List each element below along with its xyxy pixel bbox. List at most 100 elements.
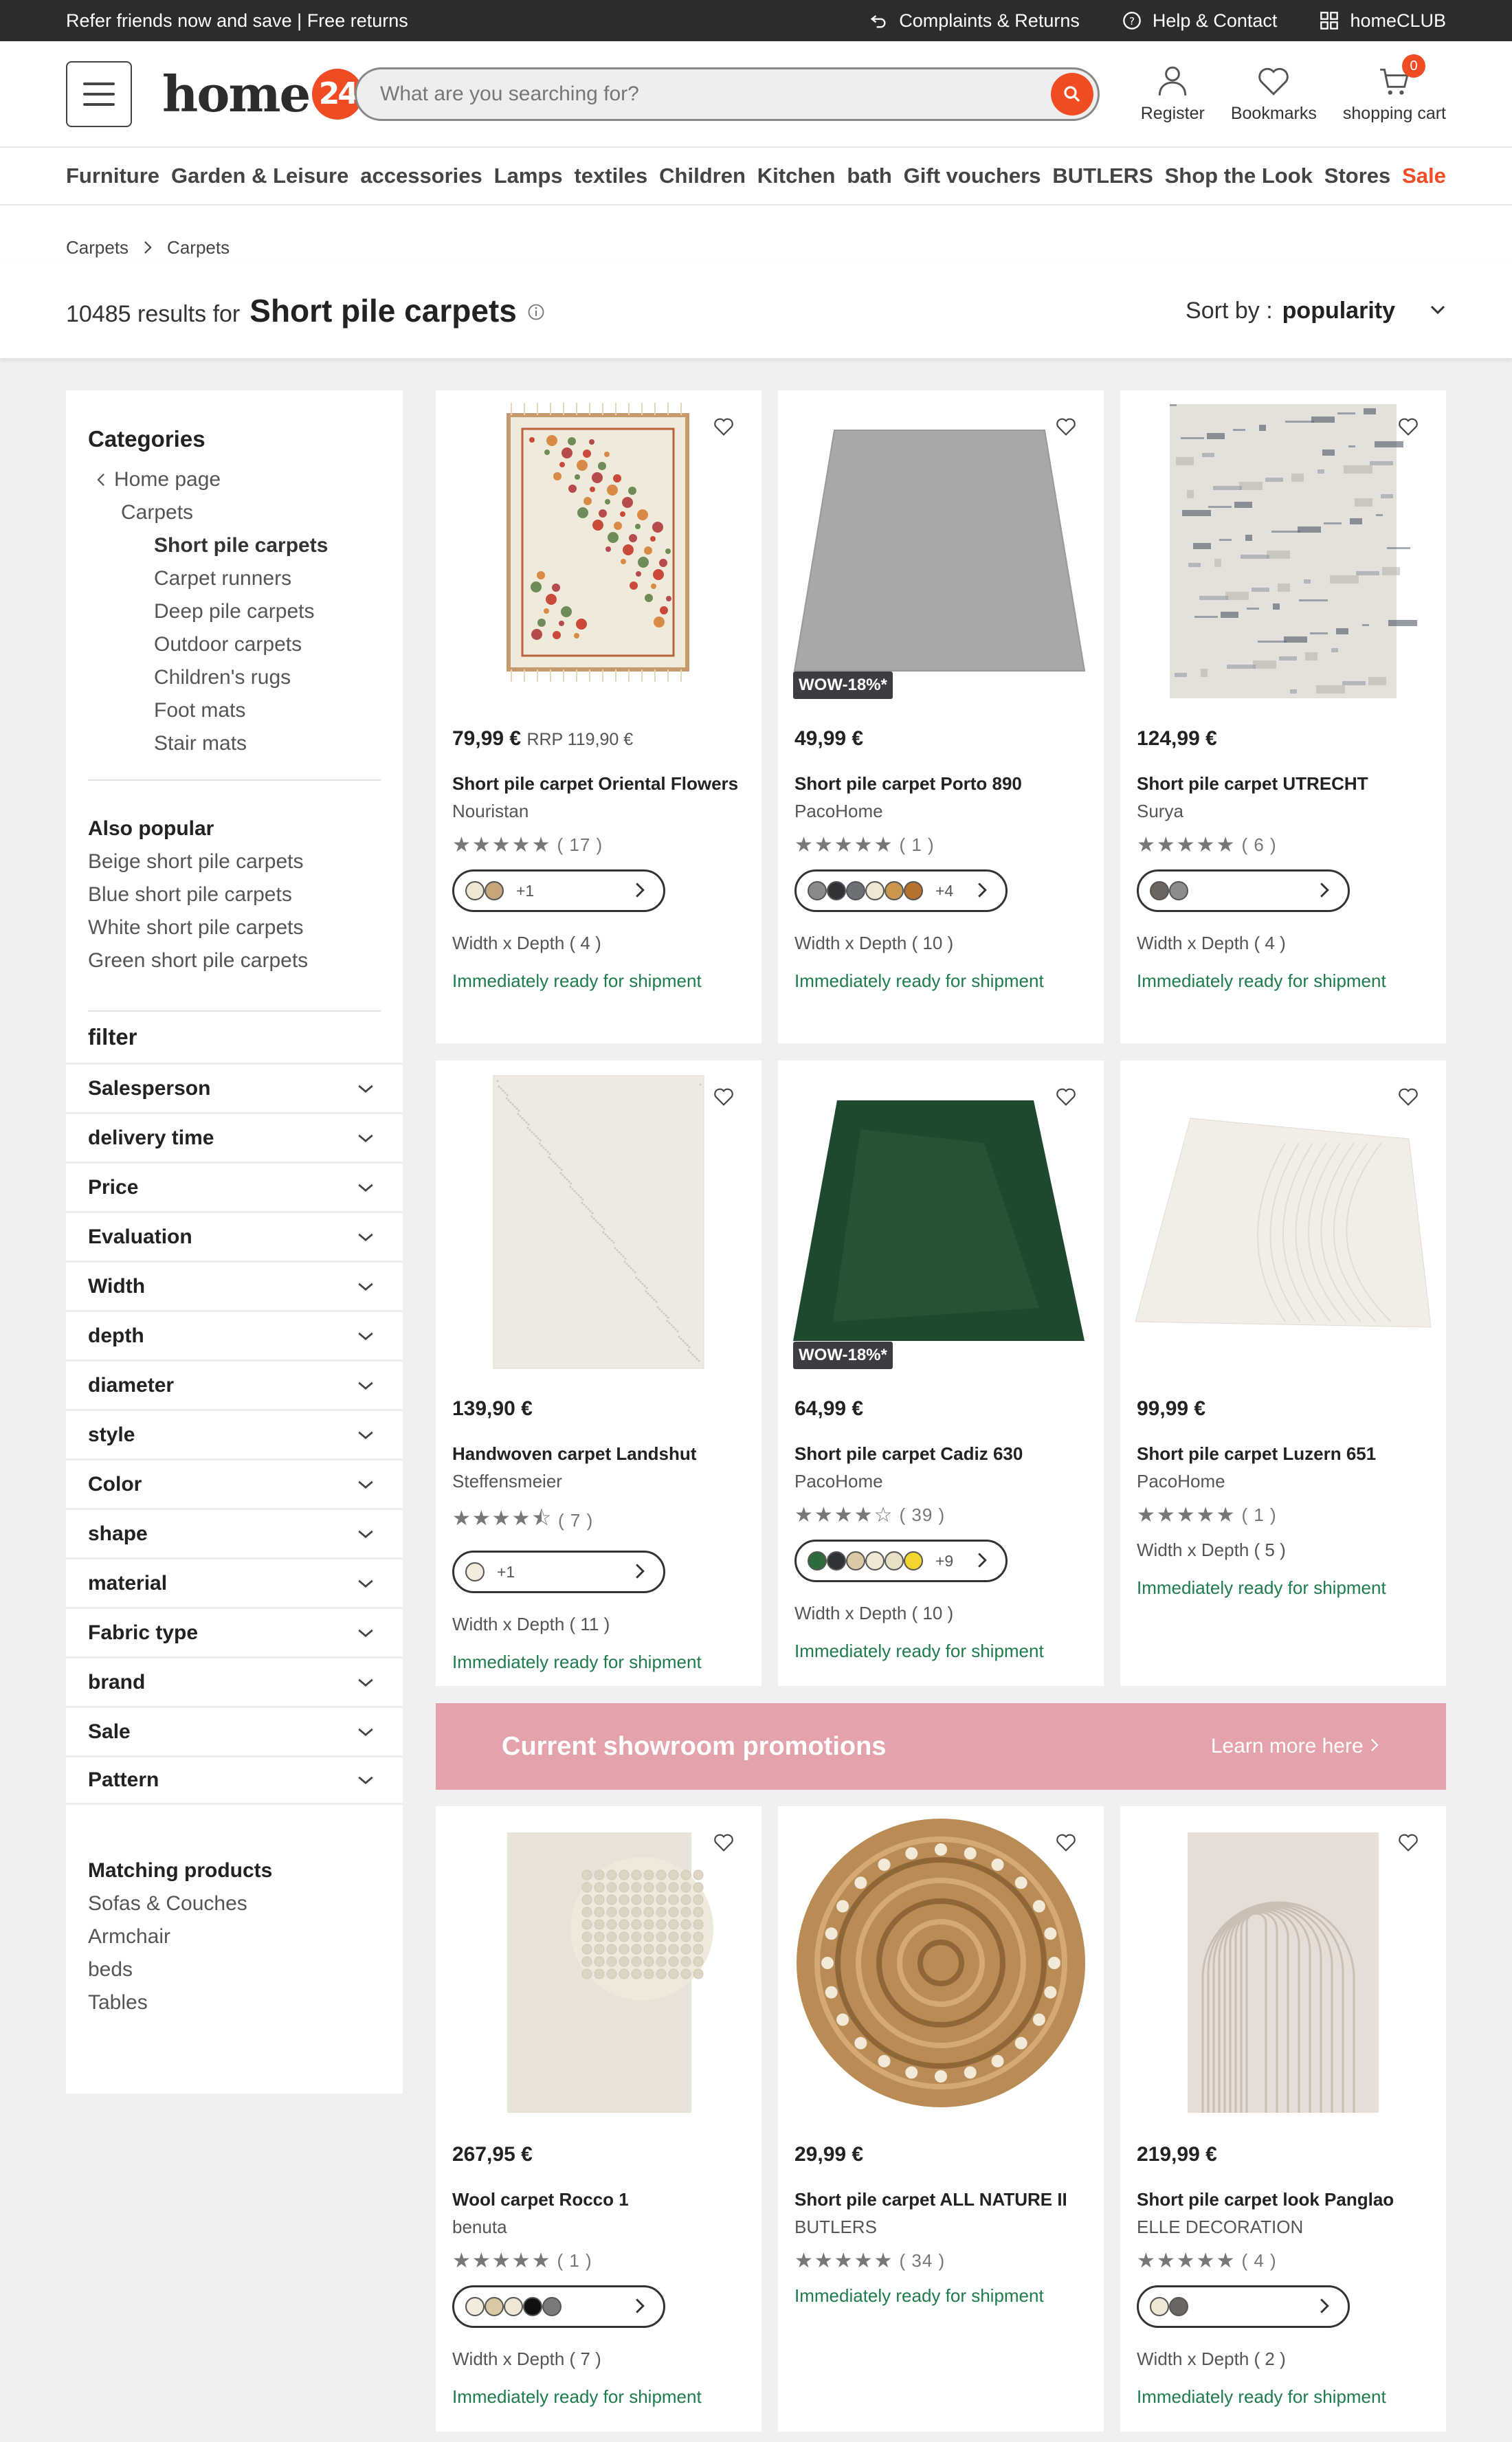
- filter-style[interactable]: style: [66, 1409, 403, 1458]
- category-item[interactable]: Stair mats: [88, 727, 381, 760]
- popular-link[interactable]: Green short pile carpets: [88, 944, 381, 977]
- filter-depth[interactable]: depth: [66, 1310, 403, 1359]
- bookmark-heart-icon[interactable]: [712, 1085, 735, 1112]
- bookmark-heart-icon[interactable]: [712, 415, 735, 442]
- dimension-variants[interactable]: Width x Depth ( 11 ): [452, 1614, 748, 1635]
- product-name[interactable]: Short pile carpet Cadiz 630: [794, 1440, 1090, 1467]
- color-variants-button[interactable]: +1: [452, 869, 665, 912]
- popular-link[interactable]: Blue short pile carpets: [88, 878, 381, 911]
- matching-link[interactable]: beds: [88, 1953, 381, 1986]
- dimension-variants[interactable]: Width x Depth ( 2 ): [1137, 2349, 1432, 2370]
- color-swatch[interactable]: [485, 881, 504, 900]
- search-input[interactable]: What are you searching for?: [355, 67, 1100, 121]
- bookmark-heart-icon[interactable]: [1397, 415, 1420, 442]
- matching-link[interactable]: Tables: [88, 1986, 381, 2019]
- color-variants-button[interactable]: +1: [452, 1551, 665, 1593]
- color-variants-button[interactable]: [452, 2285, 665, 2328]
- menu-button[interactable]: [66, 60, 132, 127]
- color-swatch[interactable]: [846, 881, 865, 900]
- product-card[interactable]: 267,95 € Wool carpet Rocco 1 benuta ★★★★★( …: [436, 1806, 761, 2432]
- color-swatch[interactable]: [465, 881, 485, 900]
- color-swatch[interactable]: [904, 1551, 923, 1570]
- product-card[interactable]: 99,99 € Short pile carpet Luzern 651 PacoH…: [1120, 1061, 1446, 1686]
- dimension-variants[interactable]: Width x Depth ( 10 ): [794, 933, 1090, 954]
- info-icon[interactable]: [526, 302, 546, 322]
- color-swatch[interactable]: [1150, 2297, 1169, 2316]
- category-item[interactable]: Foot mats: [88, 694, 381, 727]
- color-swatch[interactable]: [904, 881, 923, 900]
- filter-brand[interactable]: brand: [66, 1656, 403, 1706]
- bookmark-heart-icon[interactable]: [1397, 1085, 1420, 1112]
- product-card[interactable]: 79,99 € RRP 119,90 € Short pile carpet Or…: [436, 390, 761, 1043]
- color-variants-button[interactable]: [1137, 869, 1350, 912]
- product-name[interactable]: Short pile carpet Porto 890: [794, 770, 1090, 797]
- color-swatch[interactable]: [846, 1551, 865, 1570]
- dimension-variants[interactable]: Width x Depth ( 4 ): [452, 933, 748, 954]
- nav-item-lamps[interactable]: Lamps: [494, 164, 563, 188]
- matching-link[interactable]: Sofas & Couches: [88, 1887, 381, 1920]
- nav-item-textiles[interactable]: textiles: [574, 164, 647, 188]
- color-swatch[interactable]: [1169, 881, 1188, 900]
- color-variants-button[interactable]: +9: [794, 1540, 1008, 1582]
- color-swatch[interactable]: [808, 881, 827, 900]
- filter-color[interactable]: Color: [66, 1458, 403, 1508]
- nav-item-furniture[interactable]: Furniture: [66, 164, 159, 188]
- dimension-variants[interactable]: Width x Depth ( 7 ): [452, 2349, 748, 2370]
- category-home[interactable]: Home page: [88, 463, 381, 496]
- nav-item-garden-leisure[interactable]: Garden & Leisure: [171, 164, 348, 188]
- product-name[interactable]: Short pile carpet ALL NATURE II: [794, 2186, 1090, 2213]
- nav-item-kitchen[interactable]: Kitchen: [757, 164, 836, 188]
- sort-dropdown[interactable]: Sort by : popularity: [1186, 298, 1446, 324]
- color-swatch[interactable]: [465, 1562, 485, 1581]
- color-swatch[interactable]: [827, 1551, 846, 1570]
- category-current[interactable]: Short pile carpets: [88, 529, 381, 562]
- color-swatch[interactable]: [885, 881, 904, 900]
- bookmark-heart-icon[interactable]: [1397, 1831, 1420, 1858]
- bookmark-heart-icon[interactable]: [1054, 1085, 1078, 1112]
- promo-link[interactable]: Learn more here: [1211, 1735, 1380, 1758]
- product-name[interactable]: Short pile carpet Luzern 651: [1137, 1440, 1432, 1467]
- bookmarks-button[interactable]: Bookmarks: [1231, 64, 1317, 124]
- bookmark-heart-icon[interactable]: [712, 1831, 735, 1858]
- bookmark-heart-icon[interactable]: [1054, 1831, 1078, 1858]
- nav-item-bath[interactable]: bath: [847, 164, 891, 188]
- dimension-variants[interactable]: Width x Depth ( 4 ): [1137, 933, 1432, 954]
- color-variants-button[interactable]: [1137, 2285, 1350, 2328]
- breadcrumb-item[interactable]: Carpets: [66, 237, 129, 258]
- product-card[interactable]: WOW-18%* 49,99 € Short pile carpet Porto 8…: [778, 390, 1104, 1043]
- product-card[interactable]: 139,90 € Handwoven carpet Landshut Steffen…: [436, 1061, 761, 1686]
- category-parent[interactable]: Carpets: [88, 496, 381, 529]
- nav-item-shop-the-look[interactable]: Shop the Look: [1165, 164, 1313, 188]
- filter-fabric-type[interactable]: Fabric type: [66, 1607, 403, 1656]
- color-swatch[interactable]: [865, 881, 885, 900]
- bookmark-heart-icon[interactable]: [1054, 415, 1078, 442]
- color-swatch[interactable]: [1169, 2297, 1188, 2316]
- nav-item-sale[interactable]: Sale: [1402, 164, 1446, 188]
- filter-salesperson[interactable]: Salesperson: [66, 1063, 403, 1112]
- filter-width[interactable]: Width: [66, 1261, 403, 1310]
- help-link[interactable]: ? Help & Contact: [1122, 10, 1277, 32]
- color-swatch[interactable]: [885, 1551, 904, 1570]
- filter-shape[interactable]: shape: [66, 1508, 403, 1557]
- dimension-variants[interactable]: Width x Depth ( 5 ): [1137, 1540, 1432, 1561]
- category-item[interactable]: Outdoor carpets: [88, 628, 381, 661]
- homeclub-link[interactable]: homeCLUB: [1320, 10, 1446, 32]
- register-button[interactable]: Register: [1141, 64, 1205, 124]
- product-card[interactable]: 219,99 € Short pile carpet look Panglao EL…: [1120, 1806, 1446, 2432]
- promo-banner[interactable]: Current showroom promotions Learn more h…: [436, 1703, 1446, 1790]
- cart-button[interactable]: 0 shopping cart: [1343, 54, 1446, 124]
- color-swatch[interactable]: [504, 2297, 523, 2316]
- nav-item-children[interactable]: Children: [659, 164, 746, 188]
- popular-link[interactable]: White short pile carpets: [88, 911, 381, 944]
- filter-pattern[interactable]: Pattern: [66, 1755, 403, 1805]
- color-swatch[interactable]: [1150, 881, 1169, 900]
- color-swatch[interactable]: [465, 2297, 485, 2316]
- color-swatch[interactable]: [542, 2297, 562, 2316]
- logo[interactable]: home 24: [162, 65, 364, 123]
- filter-delivery-time[interactable]: delivery time: [66, 1112, 403, 1162]
- color-swatch[interactable]: [827, 881, 846, 900]
- filter-material[interactable]: material: [66, 1557, 403, 1607]
- filter-evaluation[interactable]: Evaluation: [66, 1211, 403, 1261]
- color-variants-button[interactable]: +4: [794, 869, 1008, 912]
- filter-diameter[interactable]: diameter: [66, 1359, 403, 1409]
